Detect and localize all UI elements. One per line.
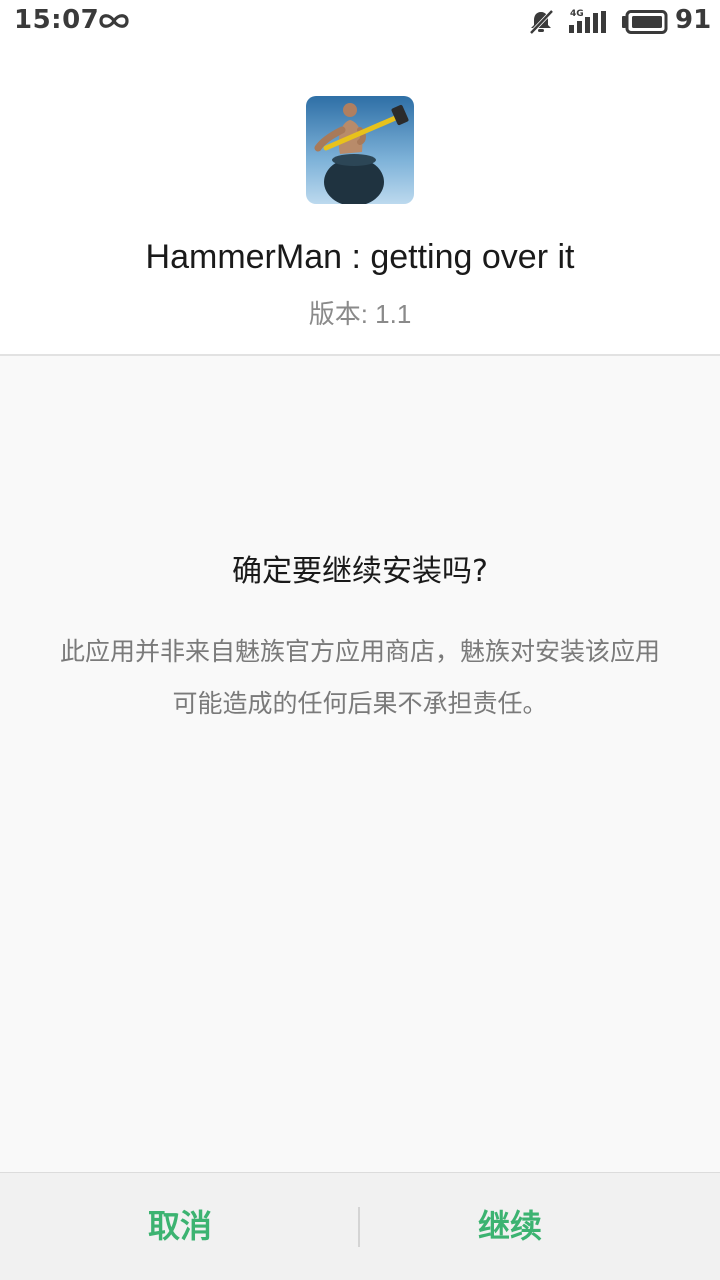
warning-message: 此应用并非来自魅族官方应用商店，魅族对安装该应用可能造成的任何后果不承担责任。 xyxy=(59,637,660,718)
continue-button[interactable]: 继续 xyxy=(360,1173,660,1280)
battery-level: 91 xyxy=(675,5,712,35)
battery-icon xyxy=(622,10,668,34)
dialog-content: 确定要继续安装吗? 此应用并非来自魅族官方应用商店，魅族对安装该应用可能造成的任… xyxy=(0,356,720,1172)
status-time: 15:07 xyxy=(14,5,100,35)
cancel-button[interactable]: 取消 xyxy=(30,1173,330,1280)
status-bar: 15:07 4G 91 xyxy=(0,0,720,44)
app-icon xyxy=(306,96,414,204)
app-info-header: HammerMan : getting over it 版本: 1.1 xyxy=(0,44,720,354)
infinity-icon xyxy=(99,14,129,28)
signal-icon xyxy=(569,11,606,33)
notification-muted-icon xyxy=(529,9,554,35)
confirm-title: 确定要继续安装吗? xyxy=(232,554,488,589)
install-confirm-screen: 15:07 4G 91 HammerMan: getting over it … xyxy=(0,0,720,1280)
action-bar: 取消 继续 xyxy=(0,1172,720,1280)
app-version: 版本: 1.1 xyxy=(308,299,412,329)
app-name: HammerMan : getting over it xyxy=(145,238,575,276)
